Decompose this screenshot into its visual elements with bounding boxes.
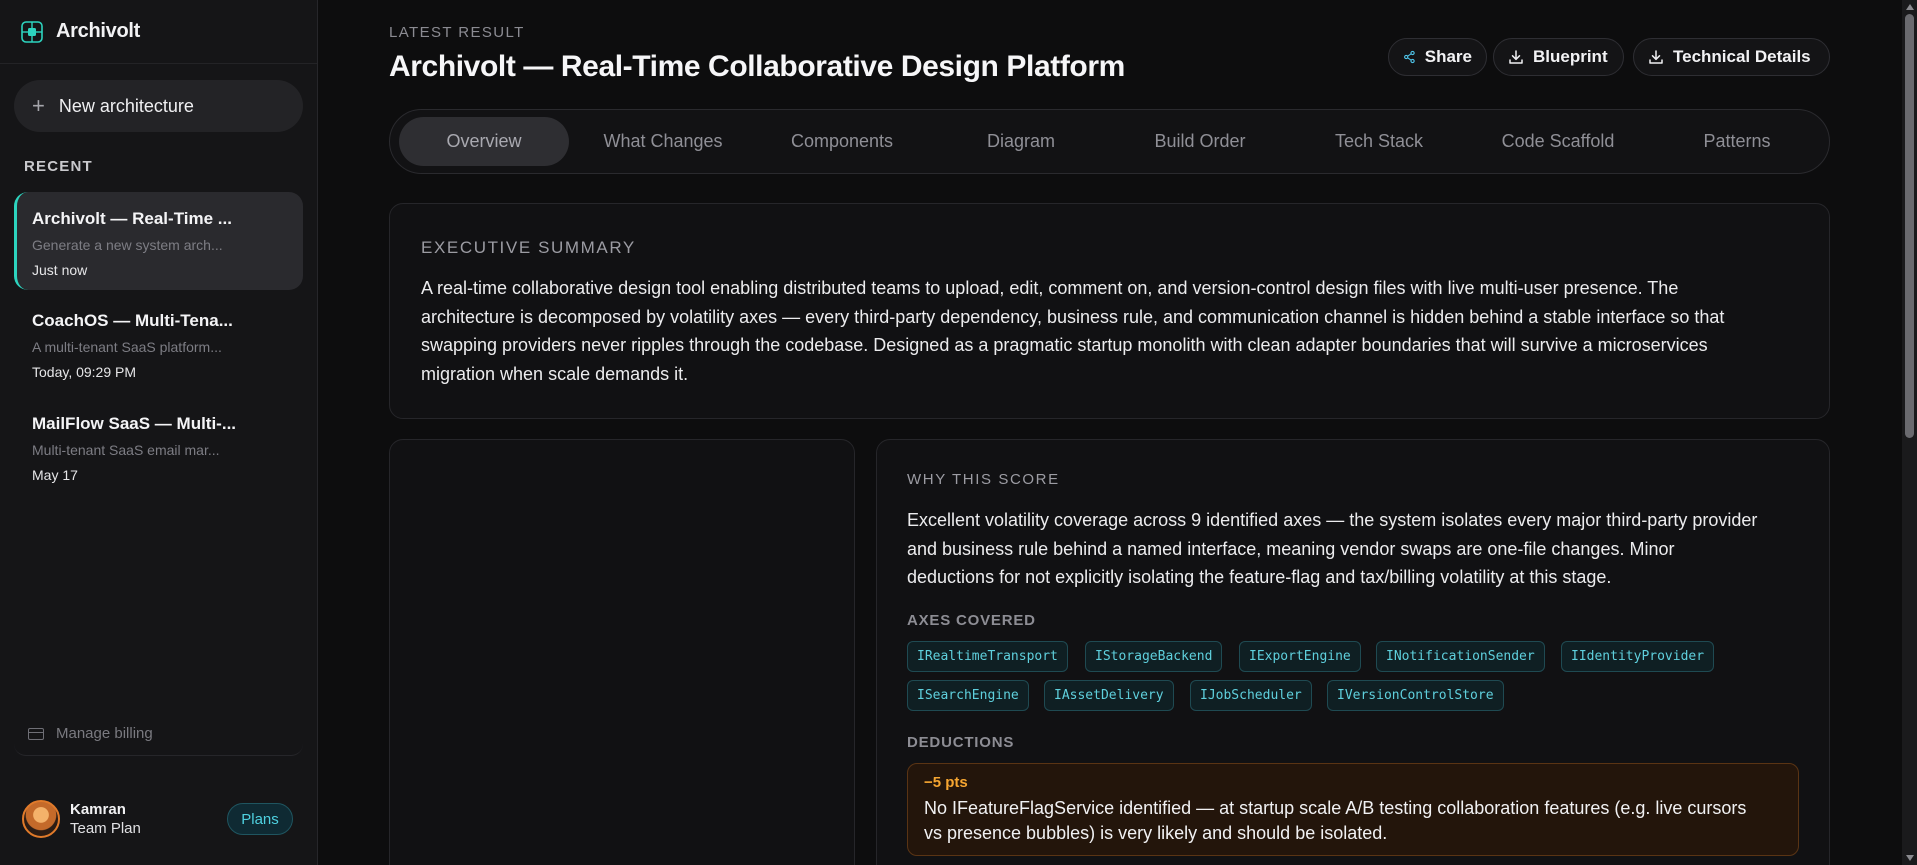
executive-summary-card: EXECUTIVE SUMMARY A real-time collaborat… (389, 203, 1830, 419)
axis-chip: IVersionControlStore (1327, 680, 1504, 711)
scroll-up-arrow-icon[interactable] (1906, 4, 1914, 10)
axis-chip: INotificationSender (1376, 641, 1545, 672)
technical-details-button[interactable]: Technical Details (1633, 38, 1830, 76)
tab-code-scaffold[interactable]: Code Scaffold (1473, 117, 1643, 166)
conversation-title: CoachOS — Multi-Tena... (32, 311, 233, 330)
user-profile[interactable]: Kamran Team Plan (22, 800, 141, 838)
archivolt-logo-icon (21, 20, 43, 43)
summary-line: architecture is decomposed by volatility… (421, 306, 1725, 327)
app-name: Archivolt (56, 20, 140, 42)
summary-line: A real-time collaborative design tool en… (421, 278, 1679, 298)
summary-line: swapping providers never ripples through… (421, 335, 1708, 355)
scroll-down-arrow-icon[interactable] (1906, 855, 1914, 861)
tab-build-order[interactable]: Build Order (1115, 117, 1285, 166)
executive-summary-heading: EXECUTIVE SUMMARY (421, 238, 636, 257)
credit-card-icon (28, 727, 44, 740)
new-architecture-button[interactable]: + New architecture (14, 80, 303, 132)
recent-heading: RECENT (24, 158, 93, 175)
score-line: and business rule behind a named interfa… (907, 538, 1675, 559)
tab-patterns[interactable]: Patterns (1652, 117, 1822, 166)
scrollbar[interactable] (1902, 0, 1917, 865)
blueprint-button[interactable]: Blueprint (1493, 38, 1624, 76)
avatar (22, 800, 60, 838)
latest-result-label: LATEST RESULT (389, 24, 525, 41)
axis-chip: IIdentityProvider (1561, 641, 1715, 672)
conversation-item[interactable]: Archivolt — Real-Time ... Generate a new… (14, 192, 303, 290)
share-button[interactable]: Share (1388, 38, 1487, 76)
deduction-text: No IFeatureFlagService identified — at s… (924, 796, 1782, 846)
axis-chip: IStorageBackend (1085, 641, 1223, 672)
result-tabs: Overview What Changes Components Diagram… (389, 109, 1830, 174)
conversation-date: Today, 09:29 PM (32, 364, 137, 380)
tab-diagram[interactable]: Diagram (936, 117, 1106, 166)
share-label: Share (1424, 47, 1472, 66)
conversation-subtitle: Multi-tenant SaaS email mar... (32, 442, 220, 458)
score-line: Excellent volatility coverage across 9 i… (907, 510, 1758, 530)
user-name: Kamran (70, 801, 126, 818)
plus-icon: + (32, 93, 45, 118)
brand[interactable]: Archivolt (0, 0, 317, 64)
deduction-line: vs presence bubbles) is very likely and … (924, 823, 1388, 843)
score-card (389, 439, 855, 865)
axis-chip: ISearchEngine (907, 680, 1029, 711)
technical-details-label: Technical Details (1673, 47, 1811, 66)
page-title: Archivolt — Real-Time Collaborative Desi… (389, 50, 1125, 83)
executive-summary-text: A real-time collaborative design tool en… (421, 274, 1811, 388)
manage-billing-button[interactable]: Manage billing (14, 712, 303, 756)
share-icon (1404, 50, 1415, 64)
manage-billing-label: Manage billing (56, 725, 153, 742)
conversation-item[interactable]: MailFlow SaaS — Multi-... Multi-tenant S… (14, 397, 303, 495)
axes-covered-heading: AXES COVERED (907, 612, 1036, 629)
scrollbar-thumb[interactable] (1905, 14, 1914, 438)
axis-chip: IRealtimeTransport (907, 641, 1068, 672)
axis-chip: IJobScheduler (1190, 680, 1312, 711)
download-icon (1509, 50, 1523, 64)
download-icon (1649, 50, 1663, 64)
why-this-score-text: Excellent volatility coverage across 9 i… (907, 506, 1817, 592)
sidebar: Archivolt + New architecture RECENT Arch… (0, 0, 318, 865)
new-architecture-label: New architecture (58, 95, 194, 116)
blueprint-label: Blueprint (1533, 47, 1608, 66)
conversation-title: MailFlow SaaS — Multi-... (32, 414, 237, 433)
tab-overview[interactable]: Overview (399, 117, 569, 166)
axis-chip: IExportEngine (1239, 641, 1361, 672)
conversation-date: Just now (32, 262, 88, 278)
deduction-item: −5 pts No IFeatureFlagService identified… (907, 763, 1799, 856)
deductions-heading: DEDUCTIONS (907, 734, 1015, 751)
tab-components[interactable]: Components (757, 117, 927, 166)
tab-tech-stack[interactable]: Tech Stack (1294, 117, 1464, 166)
deduction-points: −5 pts (924, 774, 968, 791)
user-plan: Team Plan (70, 820, 141, 837)
why-this-score-heading: WHY THIS SCORE (907, 471, 1060, 488)
plans-button[interactable]: Plans (227, 803, 293, 835)
tab-what-changes[interactable]: What Changes (578, 117, 748, 166)
conversation-subtitle: A multi-tenant SaaS platform... (32, 339, 222, 355)
conversation-item[interactable]: CoachOS — Multi-Tena... A multi-tenant S… (14, 294, 303, 392)
conversation-date: May 17 (32, 467, 78, 483)
conversation-title: Archivolt — Real-Time ... (32, 209, 232, 228)
deduction-line: No IFeatureFlagService identified — at s… (924, 798, 1747, 818)
summary-line: migration when scale demands it. (421, 363, 689, 384)
conversation-subtitle: Generate a new system arch... (32, 237, 223, 253)
score-line: deductions for not explicitly isolating … (907, 567, 1612, 587)
axis-chip: IAssetDelivery (1044, 680, 1174, 711)
